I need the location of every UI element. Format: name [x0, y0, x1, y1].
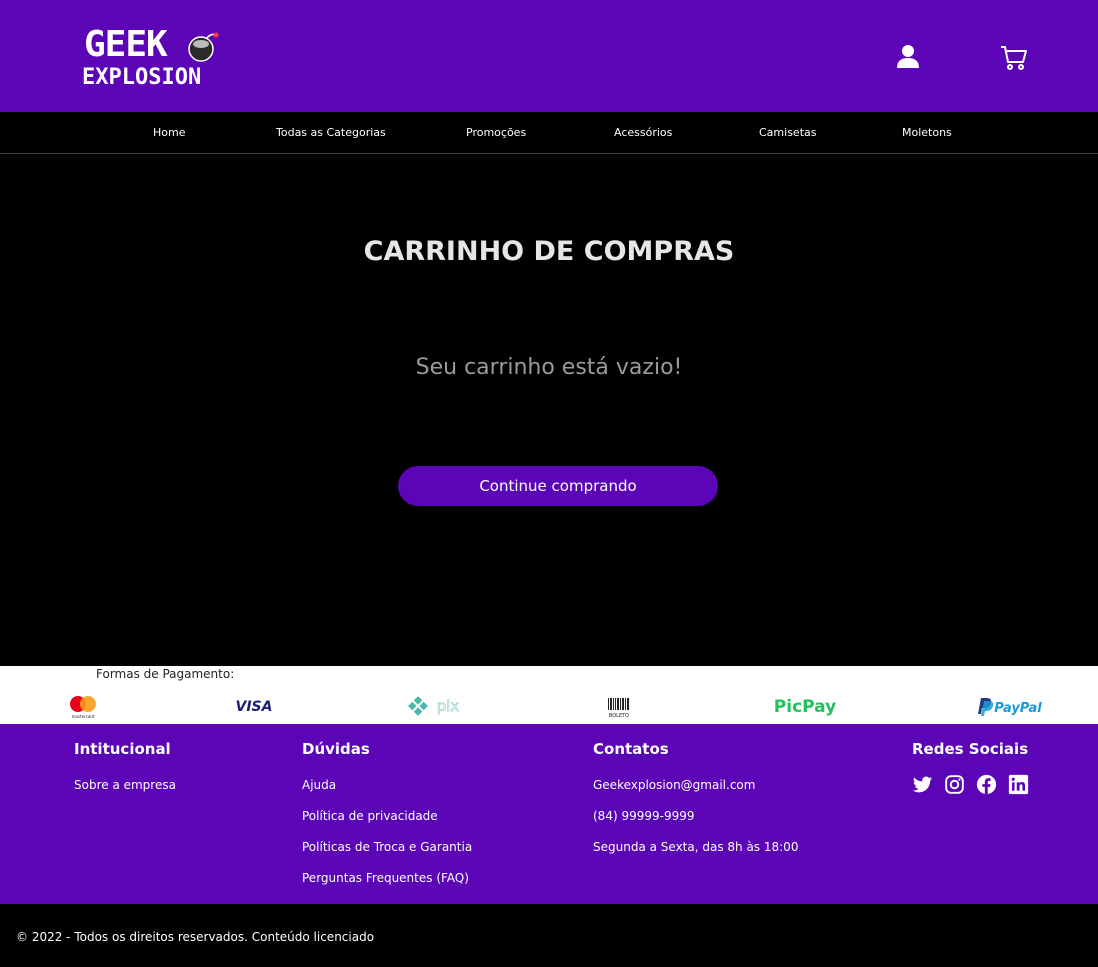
- footer-contacts-title: Contatos: [593, 740, 669, 758]
- site-footer: Intitucional Sobre a empresa Dúvidas Aju…: [0, 724, 1098, 904]
- footer-social-title: Redes Sociais: [912, 740, 1029, 758]
- bomb-icon: [188, 32, 219, 62]
- mastercard-icon: mastercard: [70, 696, 96, 719]
- nav-item-acessorios[interactable]: Acessórios: [614, 126, 672, 139]
- footer-institutional-title: Intitucional: [74, 740, 171, 758]
- nav-item-moletons[interactable]: Moletons: [902, 126, 952, 139]
- mastercard-label: mastercard: [72, 714, 95, 719]
- user-icon[interactable]: [893, 42, 923, 72]
- footer-link-faq[interactable]: Perguntas Frequentes (FAQ): [302, 871, 472, 888]
- pix-icon: pix: [408, 696, 460, 716]
- nav-item-home[interactable]: Home: [153, 126, 185, 139]
- footer-link-politica-de-privacidade[interactable]: Política de privacidade: [302, 809, 472, 826]
- boleto-icon: BOLETO: [608, 698, 629, 719]
- twitter-icon[interactable]: [912, 774, 933, 795]
- footer-institutional: Intitucional Sobre a empresa: [74, 740, 176, 795]
- page-title: CARRINHO DE COMPRAS: [363, 236, 735, 267]
- empty-cart-message: Seu carrinho está vazio!: [415, 355, 683, 380]
- nav-item-promocoes[interactable]: Promoções: [466, 126, 526, 139]
- visa-label: VISA: [236, 699, 273, 715]
- footer-contact-phone: (84) 99999-9999: [593, 809, 695, 823]
- visa-icon: VISA: [236, 699, 273, 715]
- footer-doubts-title: Dúvidas: [302, 740, 370, 758]
- picpay-icon: PicPay: [774, 697, 836, 717]
- logo-line-2: EXPLOSION: [82, 65, 202, 90]
- instagram-icon[interactable]: [944, 774, 965, 795]
- site-header: GEEK EXPLOSION: [0, 0, 1098, 112]
- payment-methods-bar: Formas de Pagamento: mastercard VISA pix…: [0, 666, 1098, 724]
- paypal-label: PayPal: [994, 701, 1042, 716]
- footer-social: Redes Sociais: [912, 740, 1029, 795]
- main-nav: Home Todas as Categorias Promoções Acess…: [0, 112, 1098, 154]
- linkedin-icon[interactable]: [1008, 774, 1029, 795]
- footer-link-ajuda[interactable]: Ajuda: [302, 778, 472, 795]
- cart-icon[interactable]: [999, 42, 1029, 72]
- pix-label: pix: [437, 697, 460, 715]
- payment-methods-title: Formas de Pagamento:: [96, 667, 235, 681]
- nav-item-todas-as-categorias[interactable]: Todas as Categorias: [276, 126, 386, 139]
- picpay-label: PicPay: [774, 697, 836, 717]
- logo-line-1: GEEK: [84, 24, 168, 65]
- footer-link-sobre-a-empresa[interactable]: Sobre a empresa: [74, 778, 176, 795]
- site-logo[interactable]: GEEK EXPLOSION: [82, 26, 232, 92]
- facebook-icon[interactable]: [976, 774, 997, 795]
- footer-contact-email[interactable]: Geekexplosion@gmail.com: [593, 778, 798, 795]
- footer-contacts: Contatos Geekexplosion@gmail.com (84) 99…: [593, 740, 798, 857]
- footer-doubts: Dúvidas Ajuda Política de privacidade Po…: [302, 740, 472, 888]
- continue-shopping-button[interactable]: Continue comprando: [398, 466, 718, 506]
- paypal-icon: PayPal: [978, 698, 1042, 716]
- copyright-text: © 2022 - Todos os direitos reservados. C…: [16, 930, 375, 944]
- footer-contact-hours: Segunda a Sexta, das 8h às 18:00: [593, 840, 799, 854]
- nav-item-camisetas[interactable]: Camisetas: [759, 126, 816, 139]
- boleto-label: BOLETO: [609, 713, 629, 719]
- footer-link-politicas-de-troca[interactable]: Políticas de Troca e Garantia: [302, 840, 472, 857]
